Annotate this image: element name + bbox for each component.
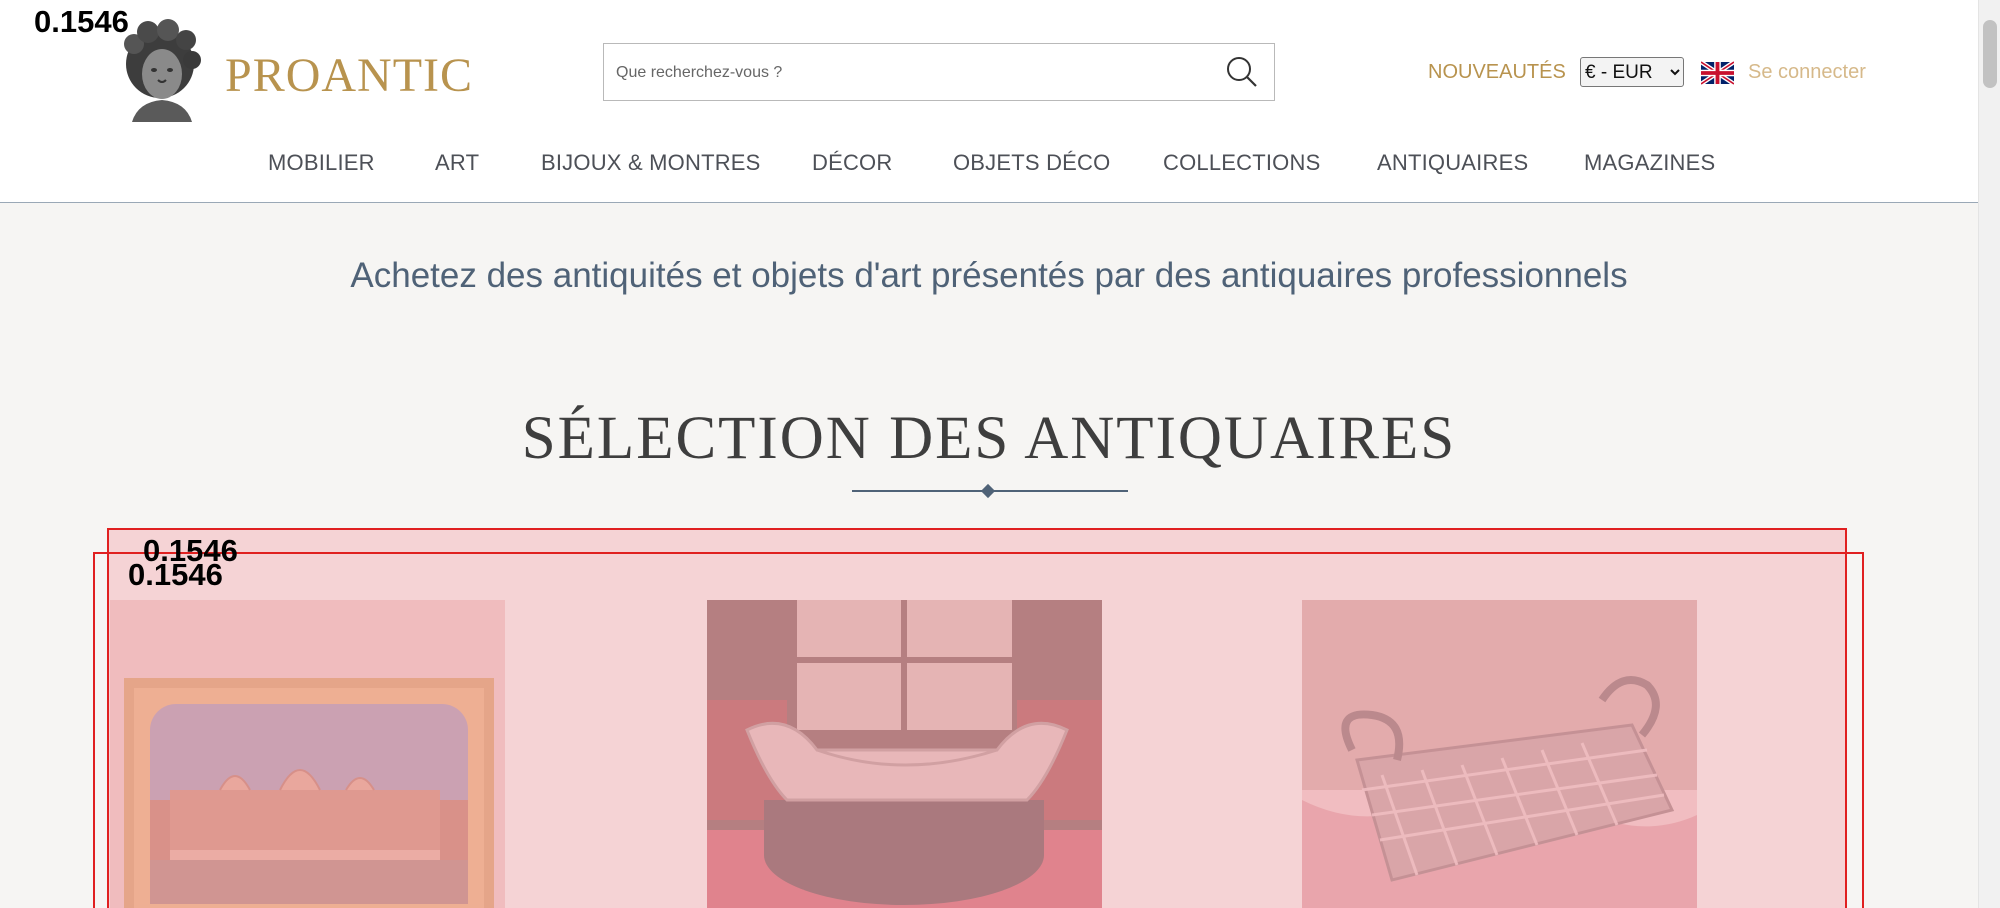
nav-item-antiquaires[interactable]: ANTIQUAIRES bbox=[1377, 150, 1528, 176]
currency-select[interactable]: € - EUR bbox=[1580, 57, 1684, 87]
page-scrollbar[interactable] bbox=[1978, 0, 2000, 908]
logo-text[interactable]: PROANTIC bbox=[225, 48, 473, 103]
scrollbar-thumb[interactable] bbox=[1983, 20, 1997, 88]
nav-item-magazines[interactable]: MAGAZINES bbox=[1584, 150, 1715, 176]
nav-item-mobilier[interactable]: MOBILIER bbox=[268, 150, 375, 176]
intro-text: Achetez des antiquités et objets d'art p… bbox=[350, 256, 1628, 295]
nav-item-collections[interactable]: COLLECTIONS bbox=[1163, 150, 1320, 176]
detection-score-label: 0.1546 bbox=[34, 4, 129, 39]
site-header: PROANTIC NOUVEAUTÉS € - EUR Se connecter… bbox=[0, 0, 1978, 203]
login-link[interactable]: Se connecter bbox=[1748, 61, 1866, 84]
section-title: SÉLECTION DES ANTIQUAIRES bbox=[521, 405, 1457, 472]
nouveautes-link[interactable]: NOUVEAUTÉS bbox=[1428, 61, 1566, 84]
nav-item-bijoux-montres[interactable]: BIJOUX & MONTRES bbox=[541, 150, 761, 176]
search-icon[interactable] bbox=[1222, 52, 1262, 92]
nav-item-decor[interactable]: DÉCOR bbox=[812, 150, 892, 176]
nav-item-objets-deco[interactable]: OBJETS DÉCO bbox=[953, 150, 1110, 176]
divider-diamond-icon bbox=[980, 483, 996, 499]
main-nav: MOBILIER ART BIJOUX & MONTRES DÉCOR OBJE… bbox=[0, 150, 1978, 180]
search-input[interactable] bbox=[614, 58, 1198, 88]
detection-score-label: 0.1546 bbox=[128, 557, 223, 592]
search-box bbox=[603, 43, 1275, 101]
nav-item-art[interactable]: ART bbox=[435, 150, 479, 176]
uk-flag-icon[interactable] bbox=[1699, 60, 1736, 86]
detection-box-outer bbox=[107, 528, 1847, 908]
